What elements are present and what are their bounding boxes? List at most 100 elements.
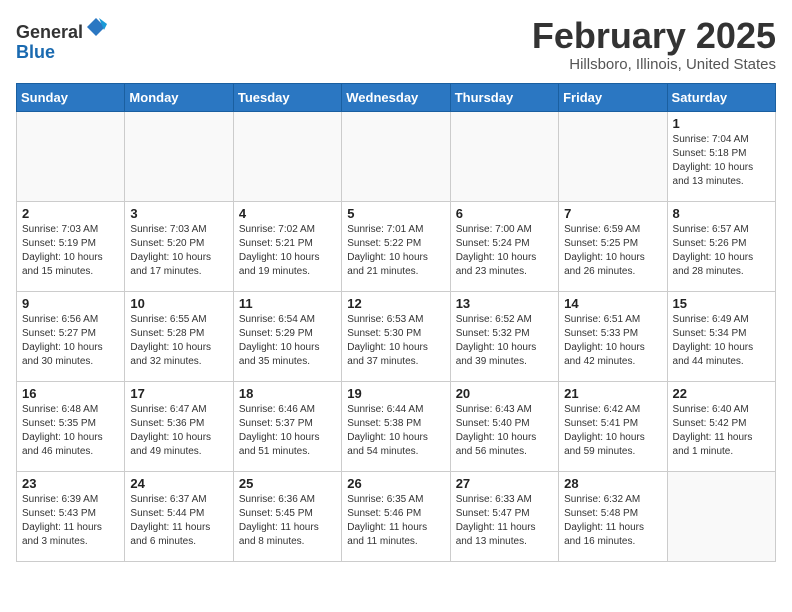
logo: General Blue: [16, 16, 107, 63]
day-number: 11: [239, 296, 336, 311]
day-number: 27: [456, 476, 553, 491]
weekday-header-saturday: Saturday: [667, 83, 775, 111]
day-info: Sunrise: 7:04 AM Sunset: 5:18 PM Dayligh…: [673, 133, 770, 189]
calendar-cell: 15 Sunrise: 6:49 AM Sunset: 5:34 PM Dayli…: [667, 291, 775, 381]
calendar-cell: 9 Sunrise: 6:56 AM Sunset: 5:27 PM Daylig…: [17, 291, 125, 381]
day-info: Sunrise: 6:49 AM Sunset: 5:34 PM Dayligh…: [673, 313, 770, 369]
calendar-subtitle: Hillsboro, Illinois, United States: [532, 56, 776, 73]
calendar-cell: 13 Sunrise: 6:52 AM Sunset: 5:32 PM Dayli…: [450, 291, 558, 381]
day-info: Sunrise: 6:48 AM Sunset: 5:35 PM Dayligh…: [22, 403, 119, 459]
calendar-cell: 8Sunrise: 6:57 AM Sunset: 5:26 PM Daylig…: [667, 201, 775, 291]
calendar-cell: 4 Sunrise: 7:02 AM Sunset: 5:21 PM Daylig…: [233, 201, 341, 291]
day-number: 12: [347, 296, 444, 311]
day-info: Sunrise: 7:03 AM Sunset: 5:19 PM Dayligh…: [22, 223, 119, 279]
weekday-header-row: SundayMondayTuesdayWednesdayThursdayFrid…: [17, 83, 776, 111]
day-info: Sunrise: 6:37 AM Sunset: 5:44 PM Dayligh…: [130, 493, 227, 549]
day-number: 16: [22, 386, 119, 401]
calendar-cell: 25Sunrise: 6:36 AM Sunset: 5:45 PM Dayli…: [233, 471, 341, 561]
day-info: Sunrise: 7:03 AM Sunset: 5:20 PM Dayligh…: [130, 223, 227, 279]
day-info: Sunrise: 6:51 AM Sunset: 5:33 PM Dayligh…: [564, 313, 661, 369]
day-number: 28: [564, 476, 661, 491]
calendar-cell: 2 Sunrise: 7:03 AM Sunset: 5:19 PM Daylig…: [17, 201, 125, 291]
weekday-header-thursday: Thursday: [450, 83, 558, 111]
day-info: Sunrise: 6:39 AM Sunset: 5:43 PM Dayligh…: [22, 493, 119, 549]
day-info: Sunrise: 7:00 AM Sunset: 5:24 PM Dayligh…: [456, 223, 553, 279]
calendar-cell: 22Sunrise: 6:40 AM Sunset: 5:42 PM Dayli…: [667, 381, 775, 471]
day-number: 25: [239, 476, 336, 491]
day-number: 23: [22, 476, 119, 491]
logo-icon: [85, 16, 107, 38]
day-number: 2: [22, 206, 119, 221]
calendar-cell: 19 Sunrise: 6:44 AM Sunset: 5:38 PM Dayli…: [342, 381, 450, 471]
calendar-cell: 3 Sunrise: 7:03 AM Sunset: 5:20 PM Daylig…: [125, 201, 233, 291]
day-number: 17: [130, 386, 227, 401]
day-info: Sunrise: 6:35 AM Sunset: 5:46 PM Dayligh…: [347, 493, 444, 549]
day-info: Sunrise: 6:59 AM Sunset: 5:25 PM Dayligh…: [564, 223, 661, 279]
page-header: General Blue February 2025 Hillsboro, Il…: [16, 16, 776, 73]
calendar-cell: 10 Sunrise: 6:55 AM Sunset: 5:28 PM Dayli…: [125, 291, 233, 381]
calendar-cell: 28 Sunrise: 6:32 AM Sunset: 5:48 PM Dayli…: [559, 471, 667, 561]
calendar-cell: [342, 111, 450, 201]
day-number: 10: [130, 296, 227, 311]
calendar-cell: 16 Sunrise: 6:48 AM Sunset: 5:35 PM Dayli…: [17, 381, 125, 471]
calendar-cell: 24 Sunrise: 6:37 AM Sunset: 5:44 PM Dayli…: [125, 471, 233, 561]
day-info: Sunrise: 6:33 AM Sunset: 5:47 PM Dayligh…: [456, 493, 553, 549]
day-info: Sunrise: 6:56 AM Sunset: 5:27 PM Dayligh…: [22, 313, 119, 369]
day-info: Sunrise: 7:02 AM Sunset: 5:21 PM Dayligh…: [239, 223, 336, 279]
day-number: 22: [673, 386, 770, 401]
calendar-table: SundayMondayTuesdayWednesdayThursdayFrid…: [16, 83, 776, 562]
day-info: Sunrise: 6:46 AM Sunset: 5:37 PM Dayligh…: [239, 403, 336, 459]
logo-general: General: [16, 22, 83, 42]
day-number: 24: [130, 476, 227, 491]
calendar-cell: 7 Sunrise: 6:59 AM Sunset: 5:25 PM Daylig…: [559, 201, 667, 291]
day-info: Sunrise: 6:57 AM Sunset: 5:26 PM Dayligh…: [673, 223, 770, 279]
calendar-week-4: 16 Sunrise: 6:48 AM Sunset: 5:35 PM Dayli…: [17, 381, 776, 471]
day-number: 19: [347, 386, 444, 401]
calendar-cell: [125, 111, 233, 201]
calendar-cell: 12 Sunrise: 6:53 AM Sunset: 5:30 PM Dayli…: [342, 291, 450, 381]
calendar-cell: 1 Sunrise: 7:04 AM Sunset: 5:18 PM Daylig…: [667, 111, 775, 201]
day-info: Sunrise: 6:43 AM Sunset: 5:40 PM Dayligh…: [456, 403, 553, 459]
calendar-cell: 23 Sunrise: 6:39 AM Sunset: 5:43 PM Dayli…: [17, 471, 125, 561]
calendar-cell: 5Sunrise: 7:01 AM Sunset: 5:22 PM Daylig…: [342, 201, 450, 291]
calendar-cell: 21Sunrise: 6:42 AM Sunset: 5:41 PM Dayli…: [559, 381, 667, 471]
day-info: Sunrise: 6:52 AM Sunset: 5:32 PM Dayligh…: [456, 313, 553, 369]
day-number: 4: [239, 206, 336, 221]
day-info: Sunrise: 6:53 AM Sunset: 5:30 PM Dayligh…: [347, 313, 444, 369]
day-number: 9: [22, 296, 119, 311]
calendar-cell: 17Sunrise: 6:47 AM Sunset: 5:36 PM Dayli…: [125, 381, 233, 471]
weekday-header-sunday: Sunday: [17, 83, 125, 111]
day-number: 3: [130, 206, 227, 221]
day-number: 26: [347, 476, 444, 491]
calendar-cell: 14 Sunrise: 6:51 AM Sunset: 5:33 PM Dayli…: [559, 291, 667, 381]
weekday-header-wednesday: Wednesday: [342, 83, 450, 111]
calendar-body: 1 Sunrise: 7:04 AM Sunset: 5:18 PM Daylig…: [17, 111, 776, 561]
day-number: 7: [564, 206, 661, 221]
day-info: Sunrise: 6:44 AM Sunset: 5:38 PM Dayligh…: [347, 403, 444, 459]
weekday-header-tuesday: Tuesday: [233, 83, 341, 111]
day-info: Sunrise: 7:01 AM Sunset: 5:22 PM Dayligh…: [347, 223, 444, 279]
calendar-cell: 11Sunrise: 6:54 AM Sunset: 5:29 PM Dayli…: [233, 291, 341, 381]
calendar-cell: 26 Sunrise: 6:35 AM Sunset: 5:46 PM Dayli…: [342, 471, 450, 561]
calendar-cell: 6 Sunrise: 7:00 AM Sunset: 5:24 PM Daylig…: [450, 201, 558, 291]
day-info: Sunrise: 6:55 AM Sunset: 5:28 PM Dayligh…: [130, 313, 227, 369]
day-number: 15: [673, 296, 770, 311]
calendar-cell: [667, 471, 775, 561]
calendar-cell: 27 Sunrise: 6:33 AM Sunset: 5:47 PM Dayli…: [450, 471, 558, 561]
calendar-cell: [450, 111, 558, 201]
day-number: 1: [673, 116, 770, 131]
day-info: Sunrise: 6:32 AM Sunset: 5:48 PM Dayligh…: [564, 493, 661, 549]
calendar-cell: [17, 111, 125, 201]
day-number: 6: [456, 206, 553, 221]
calendar-cell: 18Sunrise: 6:46 AM Sunset: 5:37 PM Dayli…: [233, 381, 341, 471]
calendar-cell: 20 Sunrise: 6:43 AM Sunset: 5:40 PM Dayli…: [450, 381, 558, 471]
calendar-week-1: 1 Sunrise: 7:04 AM Sunset: 5:18 PM Daylig…: [17, 111, 776, 201]
calendar-cell: [559, 111, 667, 201]
weekday-header-friday: Friday: [559, 83, 667, 111]
calendar-week-3: 9 Sunrise: 6:56 AM Sunset: 5:27 PM Daylig…: [17, 291, 776, 381]
day-number: 13: [456, 296, 553, 311]
day-number: 21: [564, 386, 661, 401]
day-number: 14: [564, 296, 661, 311]
day-number: 20: [456, 386, 553, 401]
calendar-week-5: 23 Sunrise: 6:39 AM Sunset: 5:43 PM Dayli…: [17, 471, 776, 561]
